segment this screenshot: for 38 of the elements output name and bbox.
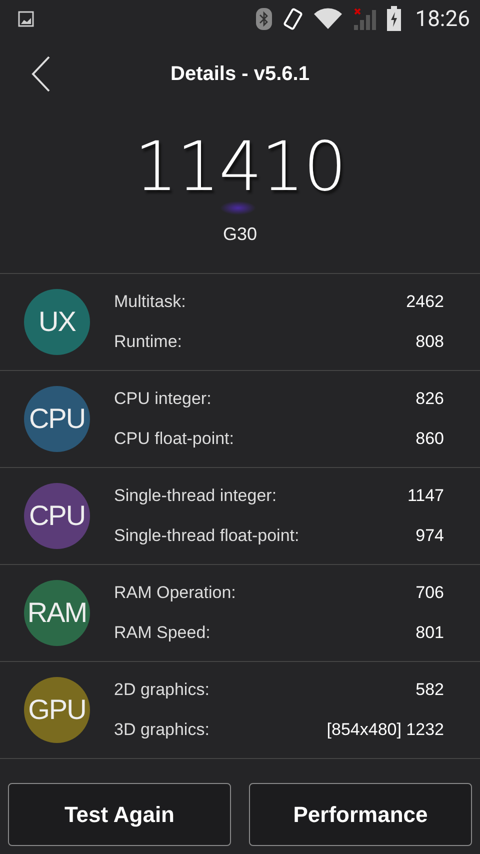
metric-label: RAM Operation: bbox=[114, 583, 236, 603]
metric-value: [854x480] 1232 bbox=[326, 720, 444, 740]
glow-drawing bbox=[220, 201, 256, 215]
category-badge: RAM bbox=[24, 580, 90, 646]
metric-label: Single-thread float-point: bbox=[114, 526, 300, 546]
category-badge: CPU bbox=[24, 483, 90, 549]
metric-value: 826 bbox=[416, 389, 444, 409]
metric-value: 808 bbox=[416, 332, 444, 352]
category-badge: CPU bbox=[24, 386, 90, 452]
metric-label: Runtime: bbox=[114, 332, 182, 352]
category-badge: UX bbox=[24, 289, 90, 355]
metric-value: 2462 bbox=[406, 292, 444, 312]
battery-charging-icon bbox=[385, 6, 404, 32]
metric-label: CPU float-point: bbox=[114, 429, 234, 449]
device-name: G30 bbox=[222, 224, 258, 245]
clock-time: 18:26 bbox=[415, 6, 470, 32]
back-icon[interactable] bbox=[30, 55, 52, 93]
signal-icon bbox=[351, 7, 378, 31]
metric-label: CPU integer: bbox=[114, 389, 212, 409]
metric-label: 2D graphics: bbox=[114, 680, 210, 700]
metric-value: 582 bbox=[416, 680, 444, 700]
metric-label: 3D graphics: bbox=[114, 720, 210, 740]
screen-title: Details - v5.6.1 bbox=[170, 62, 310, 86]
wifi-icon bbox=[313, 8, 344, 30]
action-button[interactable]: Performance bbox=[249, 783, 472, 846]
metric-value: 706 bbox=[416, 583, 444, 603]
total-score: 11410 bbox=[134, 136, 346, 200]
metric-value: 1147 bbox=[407, 486, 444, 506]
metric-label: RAM Speed: bbox=[114, 623, 210, 643]
metric-value: 801 bbox=[416, 623, 444, 643]
category-badge: GPU bbox=[24, 677, 90, 743]
bluetooth-icon bbox=[255, 7, 274, 31]
image-icon bbox=[18, 11, 34, 27]
metric-value: 860 bbox=[416, 429, 444, 449]
metric-label: Single-thread integer: bbox=[114, 486, 277, 506]
metric-value: 974 bbox=[416, 526, 444, 546]
metric-label: Multitask: bbox=[114, 292, 186, 312]
action-button[interactable]: Test Again bbox=[8, 783, 231, 846]
